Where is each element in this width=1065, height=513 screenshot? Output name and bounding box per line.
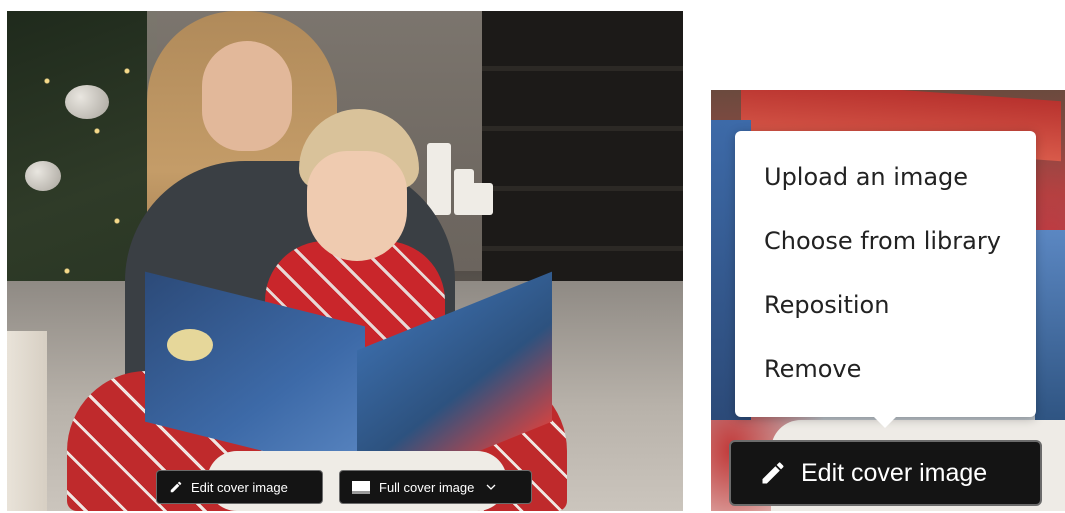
candle — [427, 143, 451, 215]
edit-cover-image-button[interactable]: Edit cover image — [156, 470, 323, 504]
child-face — [307, 151, 407, 261]
edit-cover-image-label: Edit cover image — [801, 458, 988, 487]
menu-pointer — [873, 416, 897, 428]
menu-item-remove[interactable]: Remove — [735, 337, 1036, 401]
chevron-down-icon — [486, 484, 496, 490]
shelf — [482, 11, 683, 281]
book-cover-edge — [1035, 230, 1065, 430]
cover-image — [7, 11, 683, 511]
menu-item-upload-image[interactable]: Upload an image — [735, 145, 1036, 209]
woman-face — [202, 41, 292, 151]
menu-item-choose-from-library[interactable]: Choose from library — [735, 209, 1036, 273]
ornament — [25, 161, 61, 191]
screenshot-stage: Edit cover image Full cover image Upload… — [0, 0, 1065, 513]
book-moon — [167, 329, 213, 361]
full-cover-image-label: Full cover image — [379, 479, 475, 495]
menu-item-reposition[interactable]: Reposition — [735, 273, 1036, 337]
cover-layout-icon — [352, 480, 370, 494]
edit-cover-image-button-zoomed[interactable]: Edit cover image — [729, 440, 1042, 506]
ornament — [65, 85, 109, 119]
gift-box — [7, 331, 47, 511]
pencil-icon — [759, 459, 787, 487]
edit-cover-image-label: Edit cover image — [191, 479, 288, 495]
candle — [469, 183, 493, 215]
pencil-icon — [169, 480, 183, 494]
full-cover-image-dropdown[interactable]: Full cover image — [339, 470, 532, 504]
cover-options-menu: Upload an image Choose from library Repo… — [735, 131, 1036, 417]
